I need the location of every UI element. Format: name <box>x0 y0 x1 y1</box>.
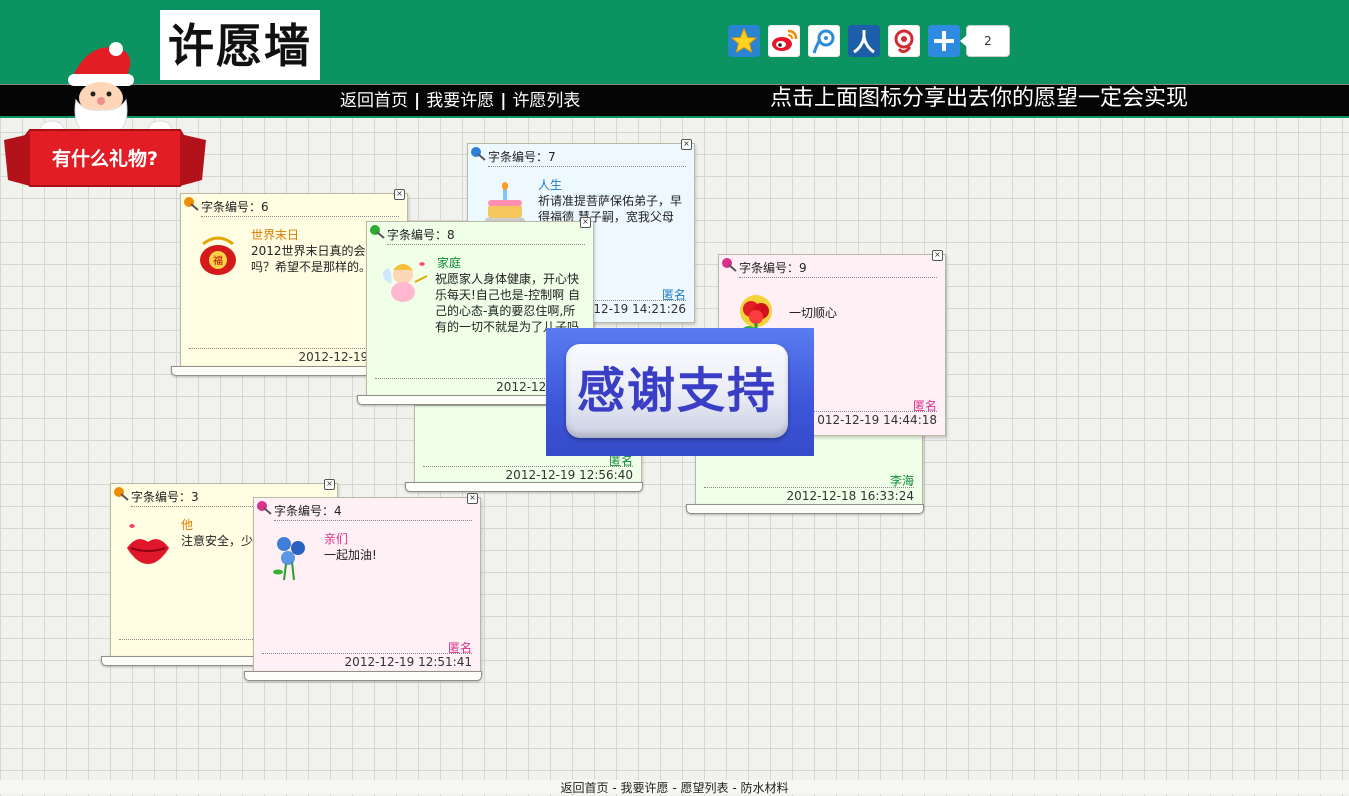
note-number: 字条编号：6 <box>201 194 399 217</box>
note-number: 字条编号：4 <box>274 498 472 521</box>
santa-gift-banner[interactable]: 有什么礼物? <box>0 38 210 190</box>
footer-ad-link[interactable]: 防水材料 <box>740 781 788 795</box>
pushpin-icon <box>184 197 199 211</box>
lucky-bag-icon: 福 <box>200 236 236 275</box>
blue-roses-icon <box>273 537 305 581</box>
nav-separator: | <box>414 91 421 111</box>
note-scroll-bottom <box>686 504 924 514</box>
note-scroll-bottom <box>244 671 482 681</box>
lips-icon <box>127 524 169 564</box>
note-title: 亲们 <box>324 532 349 546</box>
note-content: 一切顺心 <box>789 306 838 320</box>
nav-list-link[interactable]: 许愿列表 <box>512 91 580 111</box>
footer-separator: - <box>668 781 681 795</box>
nav-home-link[interactable]: 返回首页 <box>340 91 408 111</box>
thanks-badge: 感谢支持 <box>546 328 814 456</box>
pushpin-icon <box>471 147 486 161</box>
footer-home-link[interactable]: 返回首页 <box>561 781 609 795</box>
share-slogan: 点击上面图标分享出去你的愿望一定会实现 <box>770 86 1189 111</box>
note-number: 字条编号：8 <box>387 222 585 245</box>
note-time: 2012-12-18 16:33:24 <box>704 487 914 505</box>
note-title: 他 <box>181 518 194 532</box>
cupid-icon <box>382 262 428 302</box>
thanks-text: 感谢支持 <box>566 344 788 438</box>
qzone-icon[interactable] <box>728 25 760 57</box>
footer-separator: - <box>608 781 621 795</box>
svg-text:福: 福 <box>213 254 223 267</box>
note-scroll-bottom <box>405 482 643 492</box>
footer-wish-link[interactable]: 我要许愿 <box>621 781 669 795</box>
close-icon[interactable]: × <box>467 493 478 504</box>
more-share-icon[interactable] <box>928 25 960 57</box>
close-icon[interactable]: × <box>394 189 405 200</box>
note-title: 世界末日 <box>251 228 300 242</box>
weibo-icon[interactable] <box>767 24 801 58</box>
nav-links: 返回首页 | 我要许愿 | 许愿列表 <box>340 89 580 113</box>
note-title: 人生 <box>538 178 563 192</box>
pushpin-icon <box>370 225 385 239</box>
renren-icon[interactable] <box>848 25 880 57</box>
note-title: 家庭 <box>437 256 462 270</box>
share-count[interactable]: 2 <box>960 25 1010 57</box>
wish-note-4[interactable]: × 字条编号：4 亲们 一起加油! 匿名 2012-12-19 12:51:41 <box>253 493 481 673</box>
footer-separator: - <box>728 781 741 795</box>
note-content: 一起加油! <box>324 548 377 562</box>
footer-list-link[interactable]: 愿望列表 <box>680 781 728 795</box>
note-number: 字条编号：9 <box>739 255 937 278</box>
tencent-weibo-icon[interactable] <box>807 24 841 58</box>
close-icon[interactable]: × <box>681 139 692 150</box>
santa-banner-text: 有什么礼物? <box>51 148 159 170</box>
close-icon[interactable]: × <box>580 217 591 228</box>
kaixin-icon[interactable] <box>887 24 921 58</box>
pushpin-icon <box>722 258 737 272</box>
nav-wish-link[interactable]: 我要许愿 <box>426 91 494 111</box>
footer: 返回首页 - 我要许愿 - 愿望列表 - 防水材料 <box>0 780 1349 795</box>
pushpin-icon <box>114 487 129 501</box>
close-icon[interactable]: × <box>324 479 335 490</box>
close-icon[interactable]: × <box>932 250 943 261</box>
nav-separator: | <box>500 91 507 111</box>
note-number: 字条编号：7 <box>488 144 686 167</box>
pushpin-icon <box>257 501 272 515</box>
note-content: 祝愿家人身体健康，开心快乐每天!自己也是-控制啊 自己的心态-真的要忍住啊,所有… <box>435 272 580 334</box>
note-time: 2012-12-19 12:51:41 <box>262 653 472 671</box>
